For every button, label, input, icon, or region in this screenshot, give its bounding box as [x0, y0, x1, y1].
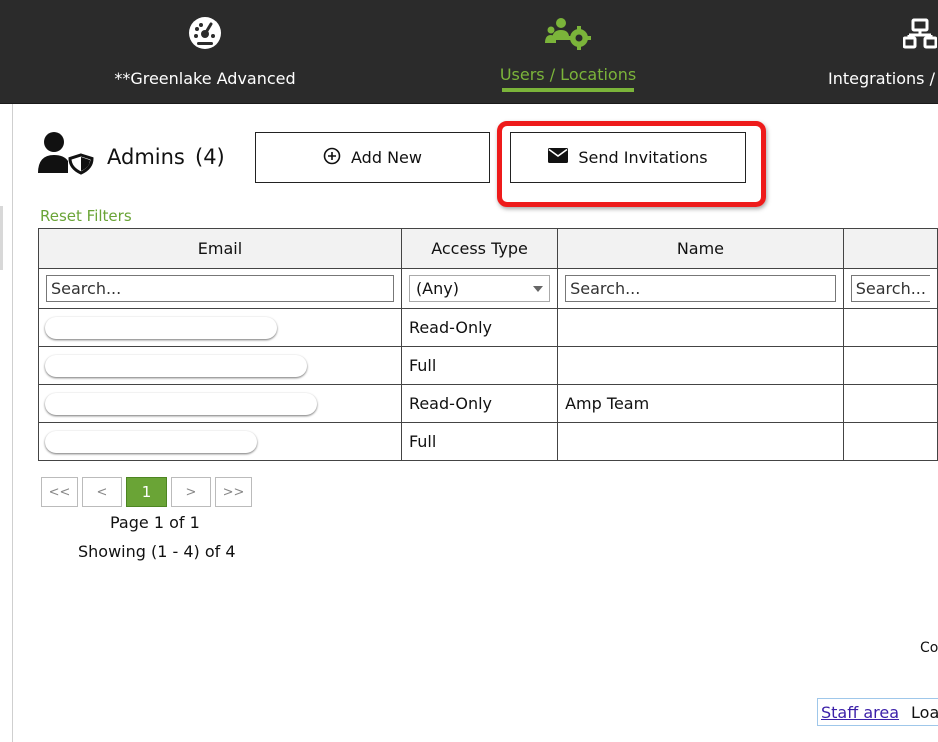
- users-gear-icon: [544, 16, 592, 54]
- last-page-button[interactable]: >>: [215, 477, 252, 507]
- admins-count: (4): [195, 145, 225, 169]
- left-sidebar-border: [12, 104, 13, 742]
- left-sidebar-handle[interactable]: [0, 206, 3, 270]
- name-search-input[interactable]: Search...: [565, 275, 836, 302]
- table-row[interactable]: Read-Only Amp Team: [38, 384, 938, 423]
- plus-circle-icon: [323, 147, 341, 169]
- user-shield-icon: [38, 131, 96, 179]
- table-row[interactable]: Read-Only: [38, 308, 938, 347]
- access-type-select[interactable]: (Any): [408, 275, 551, 302]
- name-cell: [557, 346, 844, 385]
- name-cell: [557, 422, 844, 461]
- redacted-email: [45, 430, 257, 453]
- network-icon: [902, 16, 938, 54]
- access-type-cell: Read-Only: [400, 308, 559, 347]
- nav-label-users-locations: Users / Locations: [499, 65, 637, 84]
- extra-cell: [842, 384, 938, 423]
- extra-search-input[interactable]: Search...: [850, 275, 930, 302]
- extra-cell: [842, 346, 938, 385]
- redacted-email: [45, 316, 277, 339]
- nav-item-integrations[interactable]: Integrations / (: [820, 0, 938, 104]
- add-new-button[interactable]: Add New: [255, 132, 490, 183]
- nav-label-integrations: Integrations / (: [828, 69, 938, 88]
- footer-loa-fragment[interactable]: Loa: [911, 703, 938, 722]
- reset-filters-link[interactable]: Reset Filters: [40, 207, 132, 225]
- table-row[interactable]: Full: [38, 346, 938, 385]
- envelope-icon: [548, 148, 569, 167]
- page-1-button[interactable]: 1: [126, 477, 167, 507]
- name-cell: Amp Team: [557, 384, 844, 423]
- staff-area-link[interactable]: Staff area: [821, 703, 899, 722]
- name-cell: [557, 308, 844, 347]
- next-page-button[interactable]: >: [171, 477, 211, 507]
- column-header-email[interactable]: Email: [38, 228, 402, 269]
- send-invitations-button[interactable]: Send Invitations: [510, 132, 746, 183]
- nav-active-underline: [502, 88, 634, 92]
- redacted-email: [45, 392, 317, 415]
- access-type-selected: (Any): [415, 279, 459, 298]
- extra-cell: [842, 422, 938, 461]
- prev-page-button[interactable]: <: [82, 477, 122, 507]
- table-row[interactable]: Full: [38, 422, 938, 461]
- access-type-cell: Full: [400, 422, 559, 461]
- footer-text-fragment: Co: [920, 640, 938, 656]
- access-type-cell: Read-Only: [400, 384, 559, 423]
- redacted-email: [45, 354, 307, 377]
- admins-title: Admins: [107, 145, 185, 169]
- column-header-extra[interactable]: [842, 228, 938, 269]
- chevron-down-icon: [533, 285, 544, 292]
- extra-cell: [842, 308, 938, 347]
- nav-item-users-locations[interactable]: Users / Locations: [492, 0, 644, 104]
- send-invitations-label: Send Invitations: [578, 148, 708, 167]
- page-indicator: Page 1 of 1: [110, 513, 200, 532]
- footer-links: Staff area Loa: [817, 698, 938, 726]
- access-type-cell: Full: [400, 346, 559, 385]
- results-count: Showing (1 - 4) of 4: [78, 542, 236, 561]
- nav-item-dashboard[interactable]: **Greenlake Advanced: [110, 0, 300, 104]
- email-search-input[interactable]: Search...: [46, 275, 394, 302]
- top-nav: **Greenlake Advanced Users / Locations I…: [0, 0, 938, 104]
- column-header-access-type[interactable]: Access Type: [400, 228, 559, 269]
- admins-table: Email Access Type Name Search... (Any) S…: [38, 228, 938, 461]
- add-new-label: Add New: [351, 148, 422, 167]
- column-header-name[interactable]: Name: [557, 228, 844, 269]
- pagination: << < 1 > >>: [41, 477, 252, 507]
- first-page-button[interactable]: <<: [41, 477, 78, 507]
- dashboard-gauge-icon: [188, 16, 222, 54]
- nav-label-dashboard: **Greenlake Advanced: [114, 69, 296, 88]
